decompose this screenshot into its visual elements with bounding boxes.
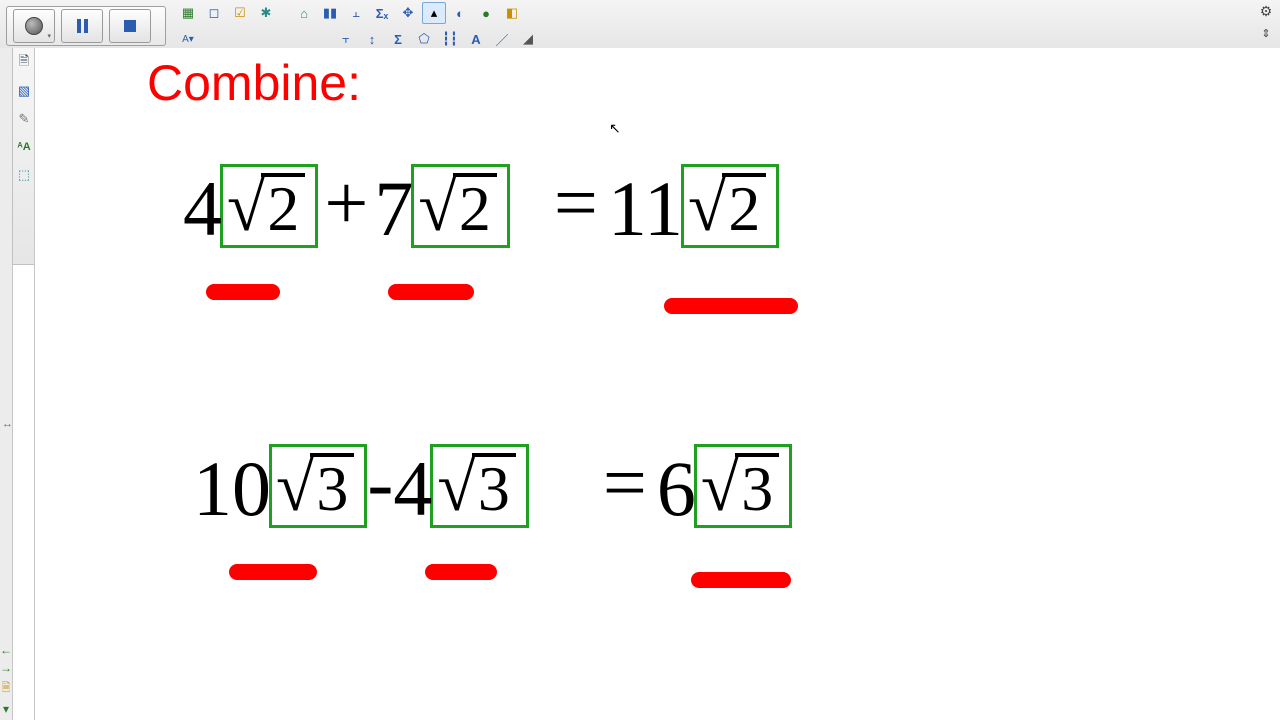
eq1-term2-radicand: 2 [453,173,497,241]
equals-icon: = [603,439,647,526]
sidebar-handle-icon[interactable]: ↔ [2,418,13,430]
prev-page-icon[interactable]: ← [0,643,12,657]
pen-icon[interactable]: ✎ [15,110,33,128]
letter-icon[interactable]: A [464,28,488,50]
eq2-op: - [367,439,393,526]
page-down-icon[interactable]: ▾ [3,702,9,716]
erase-light-icon[interactable]: ◧ [500,2,524,24]
page-title: Combine: [147,54,361,112]
eq2-result: 6 √ 3 [657,444,792,528]
eq2-term1-radical: √ 3 [269,444,367,528]
tool-row-1: ▦ ◻ ☑ ✱ ⌂ ▮▮ ⫠ Σₓ ✥ ▴ ◐ ● ◧ [176,0,1256,26]
pointer-icon[interactable]: ▴ [422,2,446,24]
eq1-term2: 7 √ 2 [374,164,509,248]
eq2-term2: 4 √ 3 [393,444,528,528]
equals-icon: = [554,159,598,246]
equation-1: 4 √ 2 + 7 √ 2 = 11 √ 2 [183,158,779,248]
line-icon[interactable]: ／ [490,28,514,50]
page-nav: ← → 🗎 ▾ [0,643,12,716]
record-icon [25,17,43,35]
align-top-icon[interactable]: ⫠ [344,2,368,24]
highlight-underline [691,572,791,588]
highlight-underline [229,564,317,580]
mouse-cursor-icon: ↖ [609,120,621,137]
eraser-icon[interactable]: ◢ [516,28,540,50]
page-add-icon[interactable]: 🗎 [2,679,11,698]
tool-grid: ▦ ◻ ☑ ✱ ⌂ ▮▮ ⫠ Σₓ ✥ ▴ ◐ ● ◧ A▾ ⫟ ↕ Σ ⬠ ┇… [176,0,1256,44]
check-icon[interactable]: ☑ [228,2,252,24]
sliders-icon[interactable]: ┇┇ [438,28,462,50]
pause-icon [77,19,88,33]
eq1-result-coef: 11 [608,170,683,248]
radical-icon: √ [418,183,456,232]
eq2-result-coef: 6 [657,450,696,528]
eq2-term2-coef: 4 [393,450,432,528]
expand-toolbar-icon[interactable]: ⇕ [1256,24,1276,42]
table-icon[interactable]: ▦ [176,2,200,24]
text-small-icon[interactable]: A▾ [176,28,200,50]
canvas[interactable]: Combine: 4 √ 2 + 7 √ 2 = 11 √ 2 [34,48,1280,720]
radical-icon: √ [276,463,314,512]
eq2-term1: 10 √ 3 [193,444,367,528]
align-bottom-icon[interactable]: ⫟ [334,28,358,50]
eq1-term2-coef: 7 [374,170,413,248]
recording-panel [6,6,166,46]
eq1-result: 11 √ 2 [608,164,780,248]
record-button[interactable] [13,9,55,43]
equation-2: 10 √ 3 - 4 √ 3 = 6 √ 3 [193,438,792,528]
stop-icon [124,20,136,32]
eq2-term2-radical: √ 3 [430,444,528,528]
sigma-icon[interactable]: Σ [386,28,410,50]
crosshair-icon[interactable]: ✥ [396,2,420,24]
sigma-x-icon[interactable]: Σₓ [370,2,394,24]
eq2-term1-radicand: 3 [310,453,354,521]
tools-sidebar: 🗎 ▧ ✎ ᴬA ⬚ [12,48,36,265]
unpin-icon[interactable]: ⌂ [292,2,316,24]
page-content: Combine: 4 √ 2 + 7 √ 2 = 11 √ 2 [43,48,1280,720]
paint-icon[interactable]: ● [474,2,498,24]
eq1-term1-coef: 4 [183,170,222,248]
eq1-result-radical: √ 2 [681,164,779,248]
eq2-term1-coef: 10 [193,450,271,528]
radical-icon: √ [701,463,739,512]
image-icon[interactable]: ▧ [15,82,33,100]
pause-button[interactable] [61,9,103,43]
next-page-icon[interactable]: → [0,661,12,675]
puzzle-icon[interactable]: ⬚ [15,166,33,184]
eq2-result-radicand: 3 [735,453,779,521]
top-toolbar: ▦ ◻ ☑ ✱ ⌂ ▮▮ ⫠ Σₓ ✥ ▴ ◐ ● ◧ A▾ ⫟ ↕ Σ ⬠ ┇… [0,0,1280,49]
align-v-icon[interactable]: ↕ [360,28,384,50]
eq1-term1-radicand: 2 [261,173,305,241]
eq1-term1: 4 √ 2 [183,164,318,248]
new-page-icon[interactable]: 🗎 [15,54,33,72]
eq1-term1-radical: √ 2 [220,164,318,248]
gear-icon[interactable]: ⚙ [1256,2,1276,20]
highlight-underline [425,564,497,580]
polygon-icon[interactable]: ⬠ [412,28,436,50]
bar-chart-icon[interactable]: ▮▮ [318,2,342,24]
stop-button[interactable] [109,9,151,43]
callout-icon[interactable]: ◐ [448,2,472,24]
eq2-result-radical: √ 3 [694,444,792,528]
text-style-icon[interactable]: ᴬA [15,138,33,156]
highlight-underline [664,298,798,314]
radical-icon: √ [227,183,265,232]
pin-icon[interactable]: ✱ [254,2,278,24]
radical-icon: √ [688,183,726,232]
eq1-op: + [324,159,368,246]
eq2-term2-radicand: 3 [472,453,516,521]
eq1-result-radicand: 2 [722,173,766,241]
eq1-term2-radical: √ 2 [411,164,509,248]
highlight-underline [206,284,280,300]
highlight-underline [388,284,474,300]
radical-icon: √ [437,463,475,512]
capture-region-icon[interactable]: ◻ [202,2,226,24]
